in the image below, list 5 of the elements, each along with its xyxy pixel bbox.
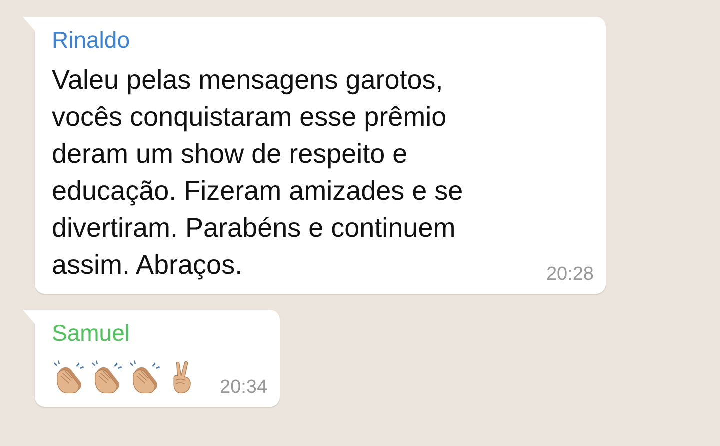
message-time: 20:34: [220, 377, 268, 399]
sender-name: Rinaldo: [52, 27, 130, 54]
message-text: Valeu pelas mensagens garotos, vocês conquistaram esse prêmio deram um show de respeito e educação. Fizeram amizades e se divertiram. Parabéns e continuem assim. Abraços.: [52, 64, 464, 282]
message-time: 20:28: [546, 264, 594, 286]
sender-name: Samuel: [52, 320, 130, 347]
